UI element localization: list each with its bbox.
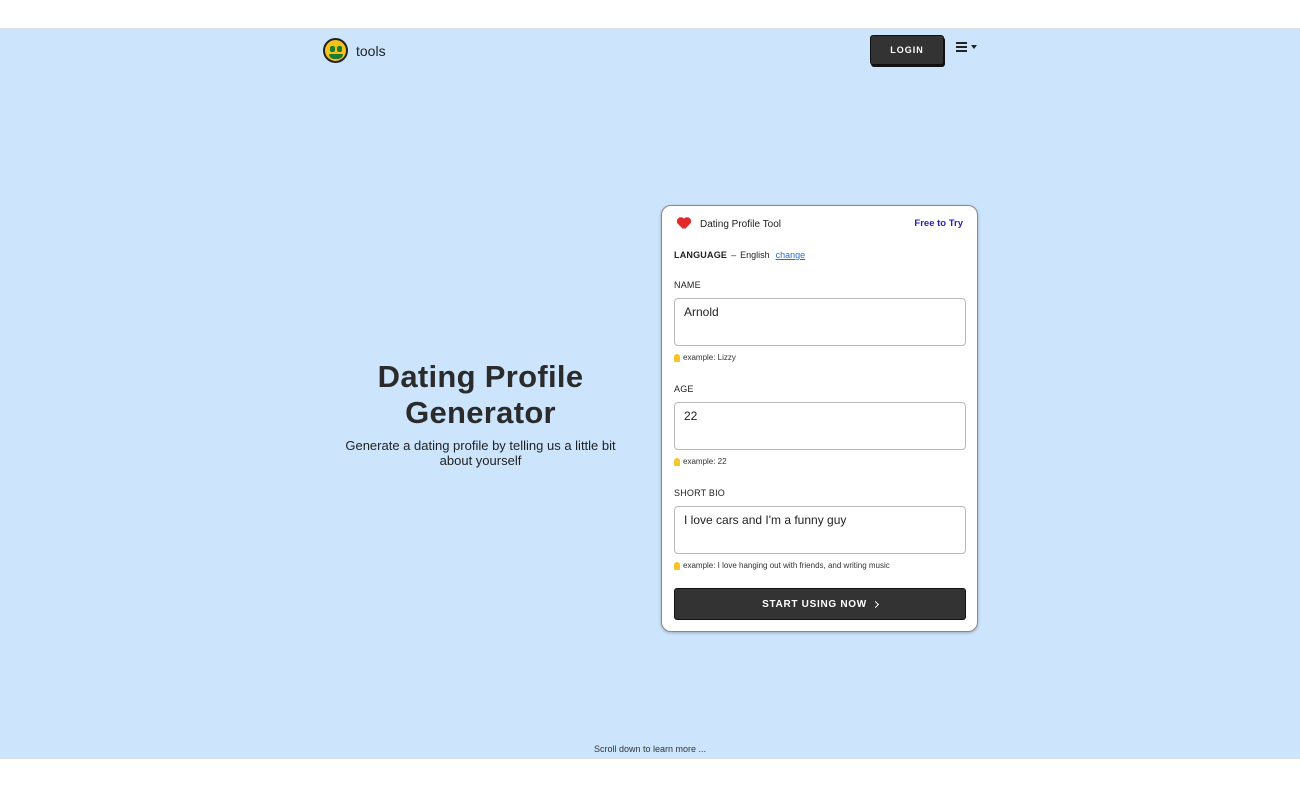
- age-label: AGE: [674, 384, 694, 394]
- name-field[interactable]: Arnold: [674, 298, 966, 346]
- lightbulb-icon: [674, 457, 680, 466]
- language-value: English: [740, 250, 770, 260]
- tool-card: Dating Profile Tool Free to Try LANGUAGE…: [661, 205, 978, 632]
- name-label: NAME: [674, 280, 701, 290]
- bio-label: SHORT BIO: [674, 488, 725, 498]
- card-header: Dating Profile Tool: [677, 218, 781, 230]
- age-hint: example: 22: [674, 457, 727, 466]
- lightbulb-icon: [674, 353, 680, 362]
- login-button[interactable]: LOGIN: [870, 35, 944, 65]
- money-face-icon: [323, 38, 348, 63]
- logo-text: tools: [356, 42, 386, 59]
- language-row: LANGUAGE – English change: [674, 250, 805, 260]
- age-field[interactable]: 22: [674, 402, 966, 450]
- hero-section: tools LOGIN Dating Profile Generator Gen…: [0, 28, 1300, 759]
- bio-hint-text: example: I love hanging out with friends…: [683, 561, 890, 570]
- scroll-hint: Scroll down to learn more ...: [593, 744, 707, 754]
- language-label: LANGUAGE: [674, 250, 728, 260]
- card-title: Dating Profile Tool: [700, 218, 781, 230]
- page-title: Dating Profile Generator: [377, 359, 584, 430]
- name-hint: example: Lizzy: [674, 353, 736, 362]
- start-button-label: START USING NOW: [762, 598, 867, 610]
- free-badge: Free to Try: [914, 218, 963, 229]
- menu-dropdown[interactable]: [956, 42, 977, 52]
- name-hint-text: example: Lizzy: [683, 353, 736, 362]
- bio-hint: example: I love hanging out with friends…: [674, 561, 890, 570]
- caret-down-icon: [971, 45, 977, 49]
- change-language-link[interactable]: change: [776, 250, 806, 260]
- lightbulb-icon: [674, 561, 680, 570]
- page-subtitle: Generate a dating profile by telling us …: [345, 438, 616, 468]
- page: tools LOGIN Dating Profile Generator Gen…: [0, 0, 1300, 788]
- bio-field[interactable]: I love cars and I'm a funny guy: [674, 506, 966, 554]
- hamburger-menu-icon: [956, 42, 967, 52]
- chevron-right-icon: [871, 600, 879, 608]
- age-hint-text: example: 22: [683, 457, 727, 466]
- language-separator: –: [731, 250, 737, 260]
- site-logo[interactable]: tools: [323, 38, 386, 63]
- start-using-button[interactable]: START USING NOW: [674, 588, 966, 620]
- heart-icon: [677, 218, 691, 230]
